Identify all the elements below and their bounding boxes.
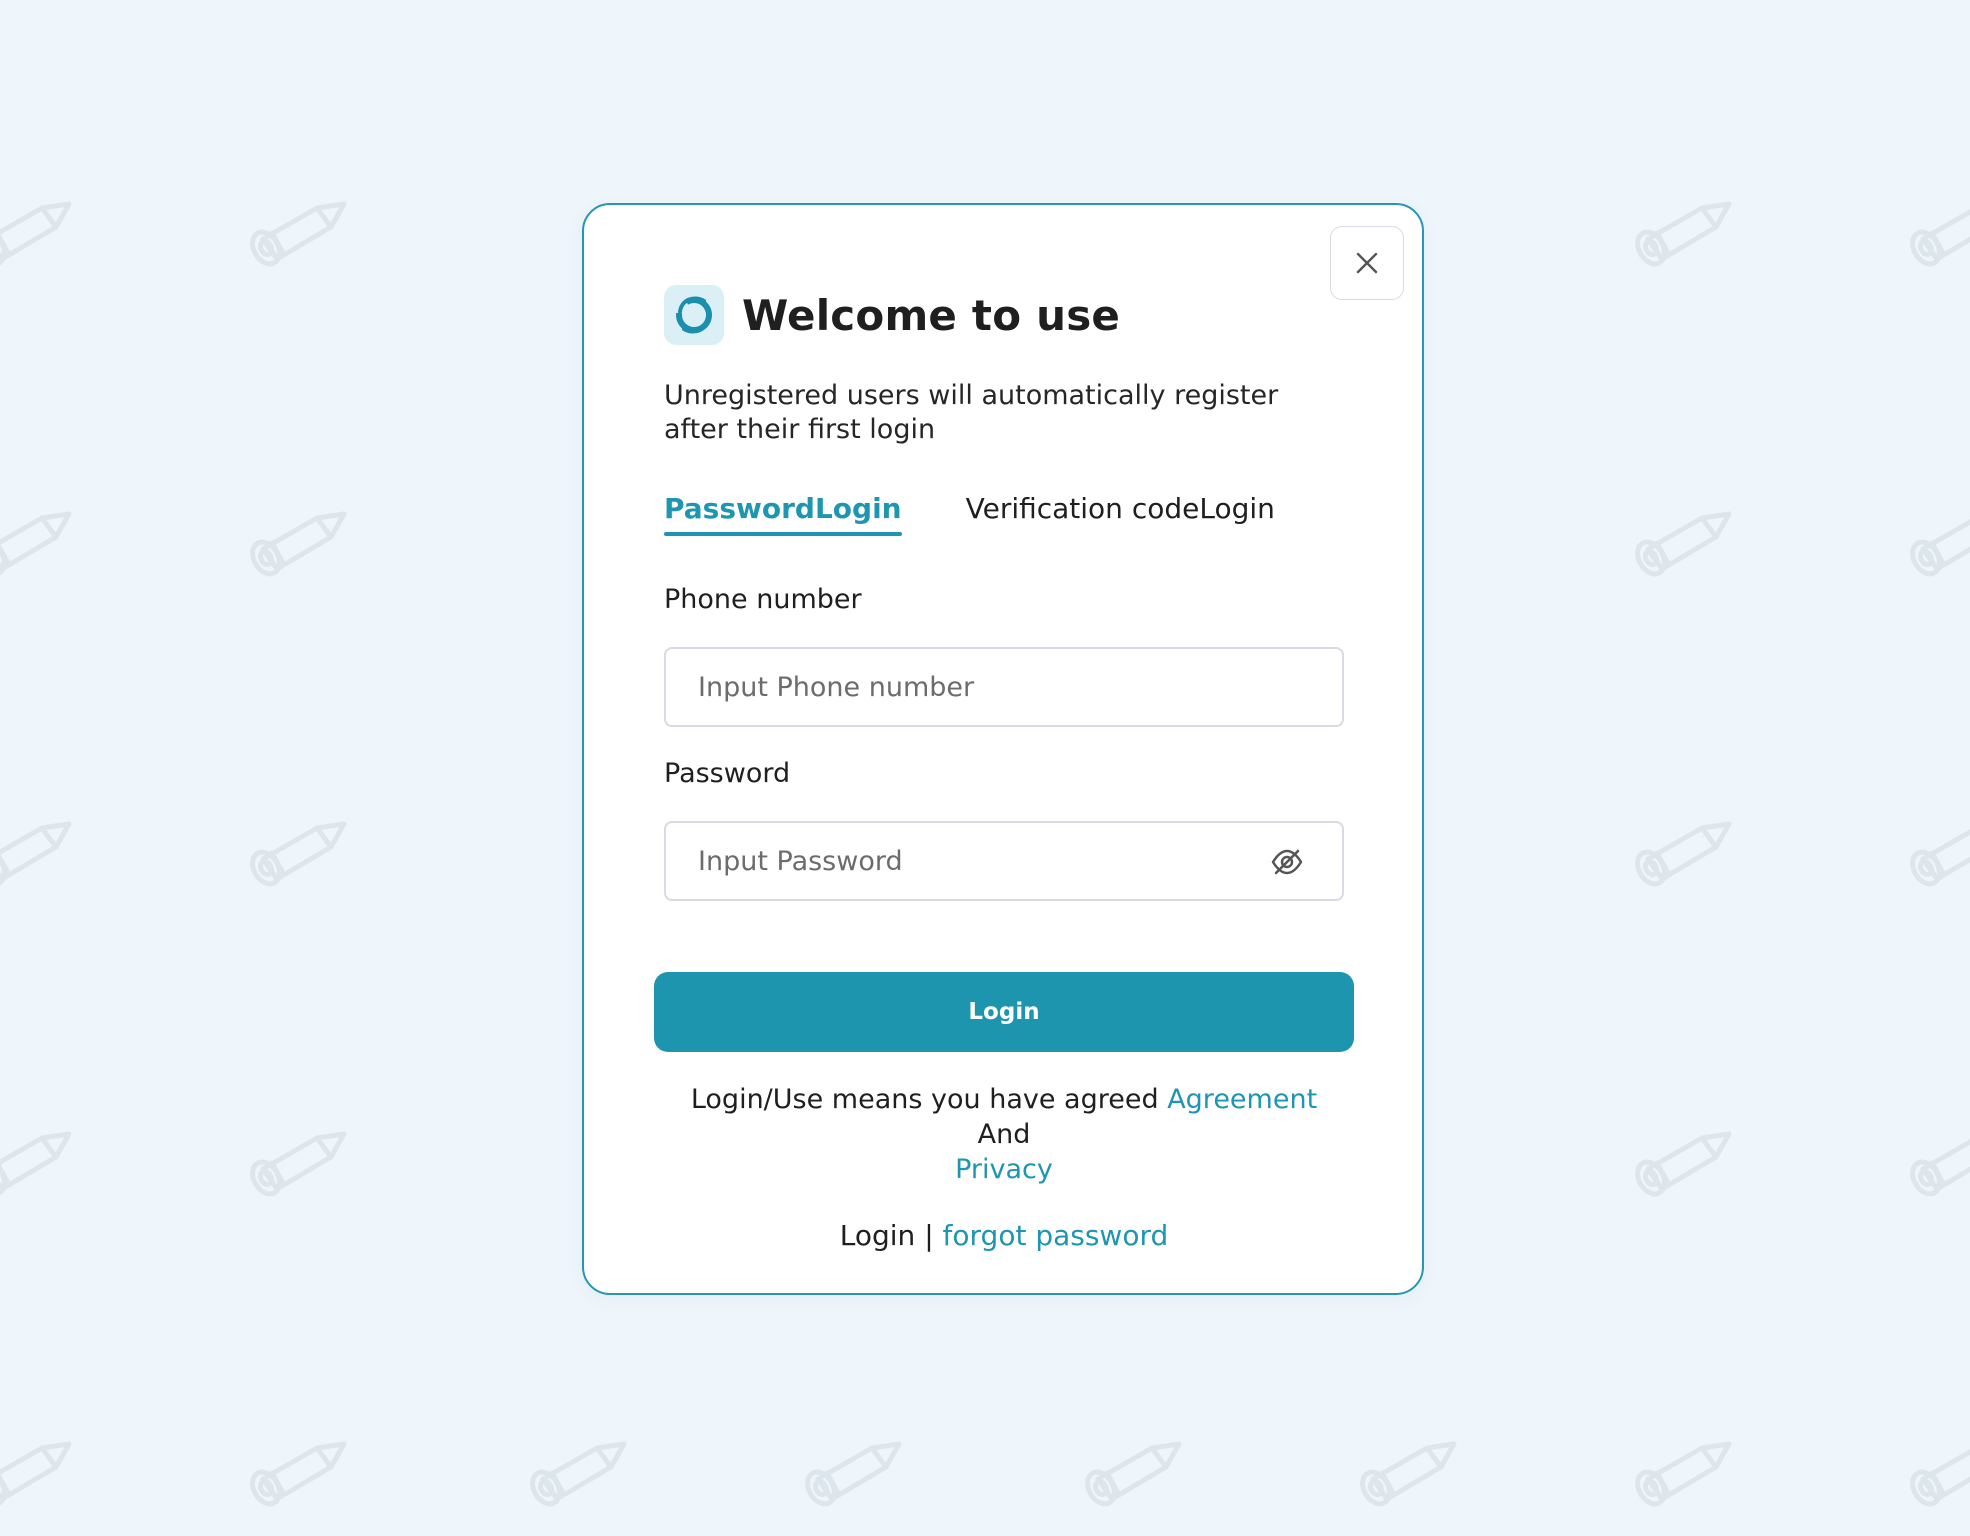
pencil-icon <box>245 190 357 272</box>
footer-separator: | <box>924 1219 934 1252</box>
pencil-icon <box>1905 500 1970 582</box>
pencil-icon <box>1905 1430 1970 1512</box>
pencil-icon <box>525 1430 637 1512</box>
registration-note: Unregistered users will automatically re… <box>664 380 1279 445</box>
pencil-icon <box>0 1430 82 1512</box>
forgot-password-link[interactable]: forgot password <box>943 1219 1169 1252</box>
pencil-icon <box>1905 810 1970 892</box>
agreement-link[interactable]: Agreement <box>1167 1084 1317 1115</box>
password-label: Password <box>664 758 791 789</box>
dialog-header: Welcome to use <box>664 284 1120 346</box>
pencil-icon <box>245 810 357 892</box>
pencil-icon <box>0 1120 82 1202</box>
close-icon <box>1352 248 1382 278</box>
pencil-icon <box>1905 190 1970 272</box>
agreement-text: Login/Use means you have agreed Agreemen… <box>664 1082 1344 1187</box>
phone-number-label: Phone number <box>664 584 862 615</box>
tab-password-login[interactable]: PasswordLogin <box>664 488 902 536</box>
privacy-link[interactable]: Privacy <box>955 1154 1053 1185</box>
password-input[interactable] <box>698 823 1283 899</box>
pencil-icon <box>0 500 82 582</box>
login-tabs: PasswordLogin Verification codeLogin <box>664 488 1275 536</box>
phone-input-container <box>664 647 1344 727</box>
login-link[interactable]: Login <box>840 1219 916 1252</box>
pencil-icon <box>1630 810 1742 892</box>
login-dialog: Welcome to use Unregistered users will a… <box>582 203 1424 1295</box>
pencil-icon <box>245 500 357 582</box>
footer-links: Login | forgot password <box>664 1218 1344 1253</box>
pencil-icon <box>245 1430 357 1512</box>
agreement-and: And <box>977 1119 1031 1150</box>
pencil-icon <box>1630 190 1742 272</box>
password-visibility-toggle[interactable] <box>1270 847 1304 877</box>
dialog-title: Welcome to use <box>742 290 1121 340</box>
app-logo-icon <box>664 285 724 345</box>
pencil-icon <box>245 1120 357 1202</box>
phone-number-input[interactable] <box>698 649 1308 725</box>
pencil-icon <box>1905 1120 1970 1202</box>
pencil-icon <box>1355 1430 1467 1512</box>
pencil-icon <box>1630 500 1742 582</box>
pencil-icon <box>1630 1430 1742 1512</box>
pencil-icon <box>0 190 82 272</box>
pencil-icon <box>1630 1120 1742 1202</box>
pencil-icon <box>800 1430 912 1512</box>
pencil-icon <box>0 810 82 892</box>
agreement-prefix: Login/Use means you have agreed <box>690 1084 1159 1115</box>
login-button[interactable]: Login <box>654 972 1354 1052</box>
tab-verification-code-login[interactable]: Verification codeLogin <box>966 488 1275 530</box>
password-input-container <box>664 821 1344 901</box>
pencil-icon <box>1080 1430 1192 1512</box>
close-button[interactable] <box>1330 226 1404 300</box>
eye-off-icon <box>1270 847 1304 877</box>
